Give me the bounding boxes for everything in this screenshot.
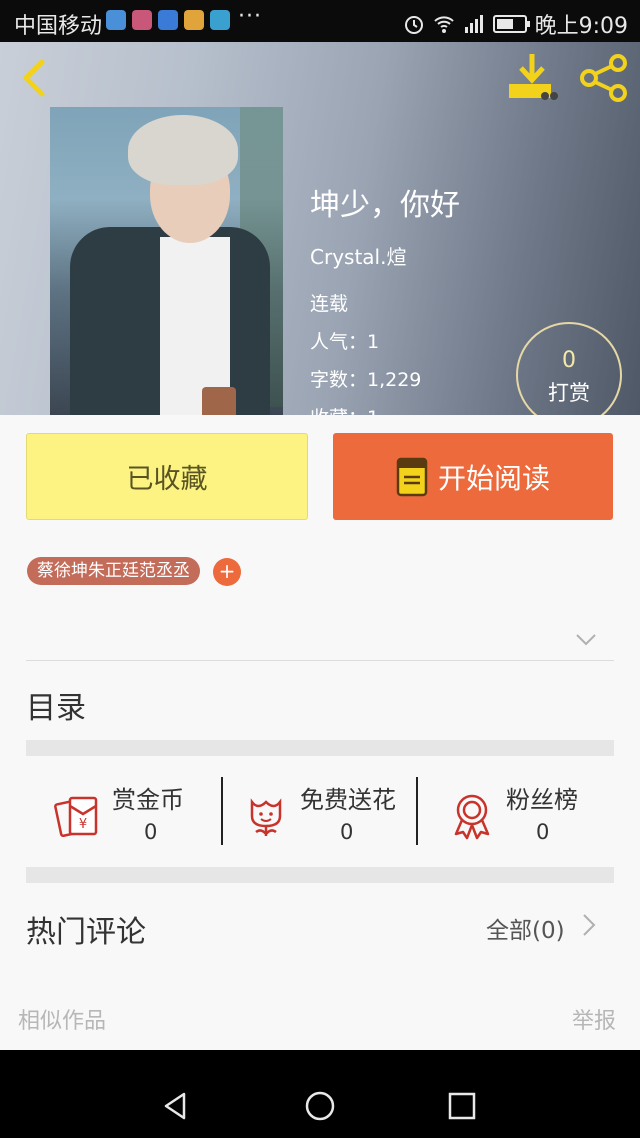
system-navigation-bar xyxy=(0,1074,640,1138)
app-notification-icon xyxy=(106,10,126,30)
section-separator xyxy=(26,740,614,756)
svg-text:¥: ¥ xyxy=(79,817,87,832)
back-icon[interactable] xyxy=(12,56,56,100)
add-tag-button[interactable]: + xyxy=(213,558,241,586)
tag-chip[interactable]: 蔡徐坤朱正廷范丞丞 xyxy=(27,557,200,585)
wifi-icon xyxy=(433,16,454,33)
stat-value: 0 xyxy=(536,820,550,844)
similar-works-link[interactable]: 相似作品 xyxy=(18,1003,106,1035)
battery-icon xyxy=(492,15,530,33)
notification-icons xyxy=(106,10,230,30)
book-popularity: 人气：1 xyxy=(310,331,380,353)
carrier-name: 中国移动 xyxy=(14,14,103,39)
red-envelope-icon: ¥ xyxy=(54,796,98,838)
app-notification-icon xyxy=(184,10,204,30)
app-notification-icon xyxy=(132,10,152,30)
nav-back-icon[interactable] xyxy=(160,1090,192,1122)
chevron-down-icon[interactable] xyxy=(575,633,597,647)
clock: 晚上9:09 xyxy=(534,14,628,39)
reward-button[interactable]: 0 打赏 xyxy=(516,322,622,428)
nav-home-icon[interactable] xyxy=(304,1090,336,1122)
fan-ranking[interactable]: 粉丝榜 0 xyxy=(448,780,598,850)
start-reading-button[interactable]: 开始阅读 xyxy=(333,433,613,520)
medal-icon xyxy=(454,794,490,840)
stat-label: 赏金币 xyxy=(112,786,184,814)
report-link[interactable]: 举报 xyxy=(572,1003,616,1035)
book-status: 连载 xyxy=(310,293,349,315)
nav-recent-apps-icon[interactable] xyxy=(446,1090,478,1122)
hot-comments-heading: 热门评论 xyxy=(26,915,146,950)
gold-coin-reward[interactable]: ¥ 赏金币 0 xyxy=(54,780,204,850)
stat-label: 免费送花 xyxy=(300,786,396,814)
download-icon[interactable] xyxy=(505,52,559,102)
more-notifications-indicator: ··· xyxy=(238,4,262,29)
stat-value: 0 xyxy=(144,820,158,844)
free-flower[interactable]: 免费送花 0 xyxy=(242,780,402,850)
book-author[interactable]: Crystal.煊 xyxy=(310,241,406,270)
book-header: 坤少，你好 Crystal.煊 连载 人气：1 字数：1,229 收藏：1 0 … xyxy=(0,42,640,429)
stat-divider xyxy=(221,777,223,845)
all-comments-link[interactable]: 全部(0) xyxy=(486,911,565,945)
app-notification-icon xyxy=(210,10,230,30)
start-reading-label: 开始阅读 xyxy=(437,461,550,495)
book-word-count: 字数：1,229 xyxy=(310,369,422,391)
alarm-icon xyxy=(404,16,423,34)
status-bar: 中国移动 ··· 晚上9:09 xyxy=(0,0,640,42)
favorited-button[interactable]: 已收藏 xyxy=(26,433,308,520)
signal-icon xyxy=(464,15,483,33)
app-notification-icon xyxy=(158,10,178,30)
stat-value: 0 xyxy=(340,820,354,844)
section-separator xyxy=(26,867,614,883)
reward-count: 0 xyxy=(562,348,576,373)
share-icon[interactable] xyxy=(578,54,630,102)
book-icon xyxy=(396,457,428,496)
book-title: 坤少，你好 xyxy=(310,188,460,223)
divider xyxy=(26,660,614,661)
flower-icon xyxy=(250,798,282,836)
toc-heading[interactable]: 目录 xyxy=(26,683,86,727)
stat-label: 粉丝榜 xyxy=(506,786,578,814)
book-cover-image xyxy=(50,107,283,415)
chevron-right-icon[interactable] xyxy=(582,913,596,937)
stat-divider xyxy=(416,777,418,845)
reward-label: 打赏 xyxy=(548,381,590,405)
book-detail-content: 已收藏 开始阅读 蔡徐坤朱正廷范丞丞 + 目录 ¥ 赏金币 0 免费送花 0 粉… xyxy=(0,415,640,1050)
